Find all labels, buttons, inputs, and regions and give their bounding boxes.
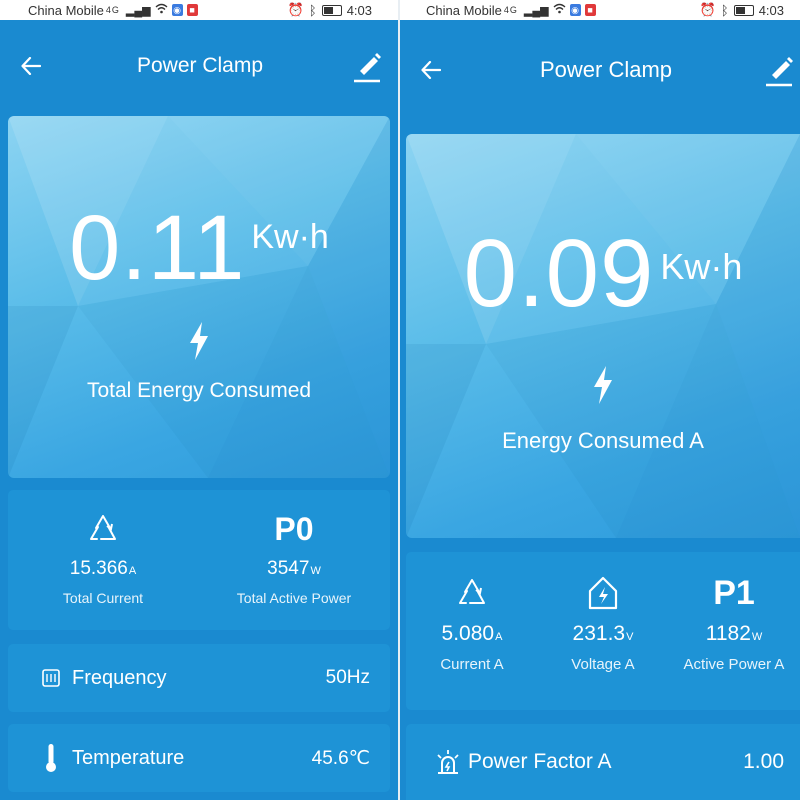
- metric-label: Active Power A: [683, 656, 785, 673]
- energy-unit: Kw·h: [251, 218, 329, 256]
- status-bar: China Mobile 4G ▂▄▆ ◉ ■ ⏰ ᛒ 4:03: [0, 0, 400, 20]
- page-title: Power Clamp: [539, 57, 673, 82]
- clock-time: 4:03: [346, 2, 372, 18]
- energy-hero-card: 0.11 Kw·h Total Energy Consumed: [8, 116, 390, 478]
- metric-total-active-power: P0 3547W Total Active Power: [208, 510, 380, 607]
- metric-label: Total Current: [62, 590, 144, 606]
- alarm-light-icon: [434, 749, 462, 775]
- temperature-row[interactable]: Temperature 45.6℃: [8, 724, 390, 792]
- thermometer-icon: [40, 744, 62, 772]
- recycle-icon: [18, 510, 188, 548]
- wifi-icon: [553, 3, 566, 17]
- power-factor-row[interactable]: Power Factor A 1.00: [406, 724, 800, 800]
- house-bolt-icon: [538, 574, 668, 612]
- metric-unit: A: [128, 565, 137, 577]
- metrics-card: 15.366A Total Current P0 3547W Total Act…: [8, 490, 390, 630]
- left-phone-screen: China Mobile 4G ▂▄▆ ◉ ■ ⏰ ᛒ 4:03 Power C…: [0, 0, 400, 800]
- p-code-icon: P1: [713, 573, 755, 612]
- app-bar: Power Clamp: [400, 44, 800, 96]
- metric-label: Current A: [440, 656, 504, 673]
- metric-unit: W: [310, 565, 321, 577]
- metric-unit: A: [495, 631, 503, 643]
- page-title: Power Clamp: [136, 54, 264, 77]
- bluetooth-icon: ᛒ: [308, 2, 317, 18]
- back-arrow-icon[interactable]: [416, 55, 446, 85]
- frequency-row[interactable]: Frequency 50Hz: [8, 644, 390, 712]
- metric-value: 231.3: [572, 622, 626, 645]
- app-notification-icon: ◉: [171, 4, 183, 16]
- energy-caption: Energy Consumed A: [502, 428, 704, 453]
- app-notification-icon: ■: [584, 4, 596, 16]
- metric-voltage-a: 231.3V Voltage A: [538, 574, 668, 673]
- battery-icon: [321, 4, 342, 16]
- carrier-name: China Mobile: [426, 2, 502, 18]
- energy-caption: Total Energy Consumed: [86, 379, 312, 402]
- back-arrow-icon[interactable]: [16, 51, 46, 81]
- energy-value: 0.09: [463, 220, 655, 327]
- metric-value: 15.366: [69, 558, 128, 579]
- bluetooth-icon: ᛒ: [720, 2, 729, 18]
- row-label: Temperature: [72, 746, 185, 769]
- row-value: 50Hz: [325, 667, 370, 688]
- network-type: 4G: [503, 5, 518, 15]
- metric-unit: W: [751, 631, 763, 643]
- row-label: Power Factor A: [468, 750, 612, 773]
- metric-unit: V: [626, 631, 634, 643]
- lightning-bolt-icon: [594, 366, 612, 404]
- metric-label: Voltage A: [571, 656, 635, 673]
- row-label: Frequency: [72, 666, 167, 689]
- wifi-icon: [155, 3, 168, 17]
- frequency-icon: [40, 665, 62, 691]
- metric-value: 1182: [705, 622, 751, 645]
- recycle-icon: [406, 574, 538, 612]
- edit-pencil-icon[interactable]: [764, 53, 794, 87]
- alarm-clock-icon: ⏰: [287, 2, 304, 17]
- lightning-bolt-icon: [190, 322, 208, 360]
- alarm-clock-icon: ⏰: [699, 2, 716, 17]
- energy-value: 0.11: [69, 197, 246, 299]
- faceted-background: [406, 134, 800, 538]
- app-notification-icon: ■: [186, 4, 198, 16]
- metric-active-power-a: P1 1182W Active Power A: [668, 573, 800, 674]
- network-type: 4G: [105, 5, 120, 15]
- metric-value: 3547: [267, 558, 310, 579]
- energy-hero-card: 0.09 Kw·h Energy Consumed A: [406, 134, 800, 538]
- app-notification-icon: ◉: [569, 4, 581, 16]
- carrier-name: China Mobile: [28, 2, 104, 18]
- status-bar: China Mobile 4G ▂▄▆ ◉ ■ ⏰ ᛒ 4:03: [400, 0, 800, 20]
- energy-unit: Kw·h: [660, 246, 743, 287]
- signal-icon: ▂▄▆: [125, 4, 151, 17]
- signal-icon: ▂▄▆: [523, 4, 549, 17]
- metric-total-current: 15.366A Total Current: [18, 510, 188, 606]
- row-value: 45.6℃: [311, 747, 370, 769]
- metric-label: Total Active Power: [236, 590, 352, 606]
- metric-value: 5.080: [441, 622, 495, 645]
- edit-pencil-icon[interactable]: [352, 49, 382, 83]
- metrics-card: 5.080A Current A 231.3V Voltage A P1 118…: [406, 552, 800, 710]
- battery-icon: [733, 4, 754, 16]
- right-phone-screen: China Mobile 4G ▂▄▆ ◉ ■ ⏰ ᛒ 4:03 Power C…: [400, 0, 800, 800]
- clock-time: 4:03: [758, 2, 784, 18]
- p-code-icon: P0: [274, 510, 314, 547]
- metric-current-a: 5.080A Current A: [406, 574, 538, 673]
- app-bar: Power Clamp: [0, 40, 400, 92]
- row-value: 1.00: [743, 750, 784, 773]
